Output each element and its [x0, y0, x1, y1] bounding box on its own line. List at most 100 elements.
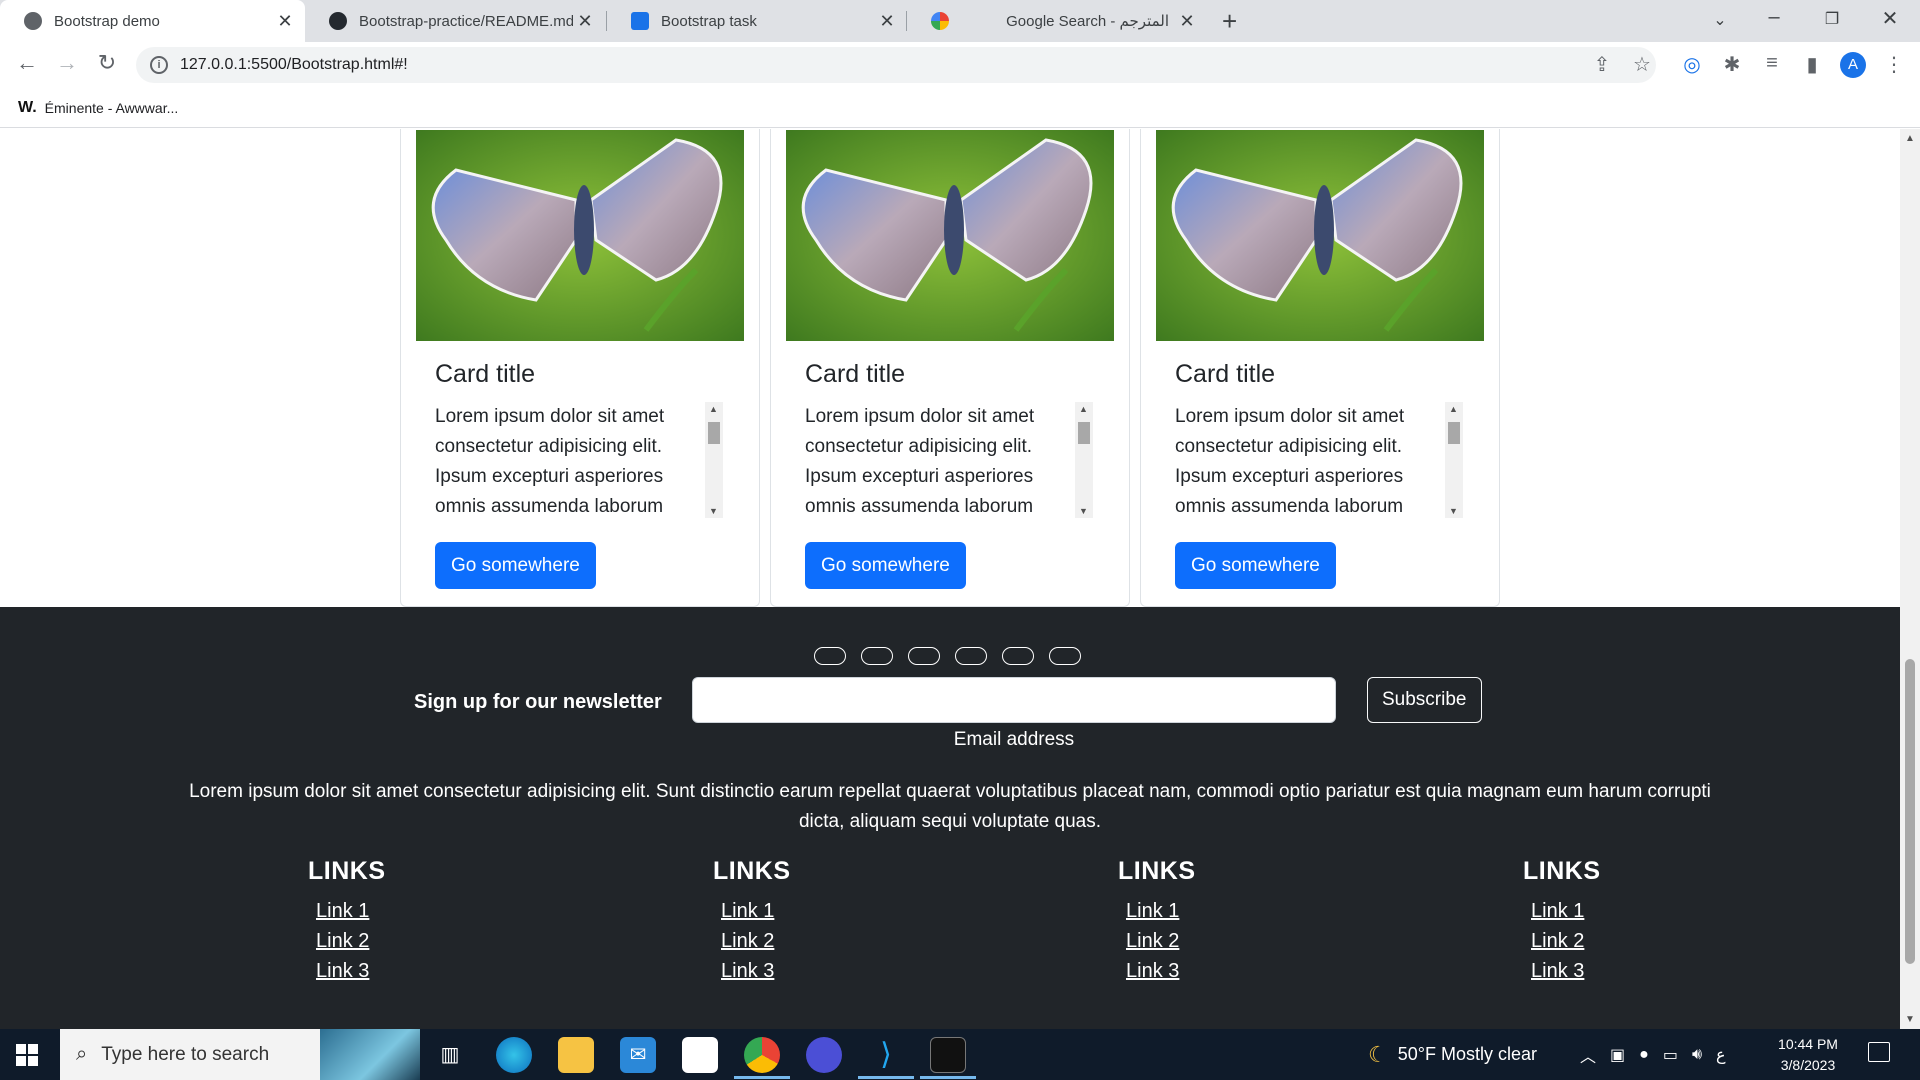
- volume-icon[interactable]: 🔊︎: [1692, 1046, 1702, 1064]
- footer-link[interactable]: Link 2: [1126, 926, 1318, 956]
- language-indicator[interactable]: ع: [1716, 1045, 1726, 1065]
- subscribe-button[interactable]: Subscribe: [1367, 677, 1482, 723]
- github-icon: [329, 12, 347, 30]
- social-button[interactable]: [955, 647, 987, 665]
- card-text-scrollbar[interactable]: ▲ ▼: [705, 402, 723, 518]
- running-app-indicator: [920, 1076, 976, 1079]
- tab-search-chevron-icon[interactable]: ⌄: [1700, 10, 1740, 30]
- media-queue-icon[interactable]: ≡: [1758, 52, 1786, 75]
- scroll-thumb[interactable]: [1905, 659, 1915, 964]
- camera-icon[interactable]: ▣: [1610, 1045, 1625, 1065]
- card-title: Card title: [435, 360, 536, 388]
- card-title: Card title: [805, 360, 906, 388]
- scroll-up-arrow-icon[interactable]: ▲: [709, 404, 718, 414]
- footer-link[interactable]: Link 1: [1126, 896, 1318, 926]
- footer-link[interactable]: Link 1: [1531, 896, 1723, 926]
- go-somewhere-button[interactable]: Go somewhere: [805, 542, 966, 589]
- discord-like-icon[interactable]: [806, 1037, 842, 1073]
- share-icon[interactable]: ⇪: [1588, 52, 1616, 77]
- scroll-down-arrow-icon[interactable]: ▼: [1905, 1014, 1915, 1025]
- card-text: Lorem ipsum dolor sit amet consectetur a…: [1175, 406, 1405, 517]
- google-icon: [931, 12, 949, 30]
- social-button[interactable]: [861, 647, 893, 665]
- tab-github-readme[interactable]: Bootstrap-practice/README.md ✕: [305, 0, 605, 42]
- new-tab-plus-icon[interactable]: +: [1222, 6, 1237, 37]
- site-info-icon[interactable]: i: [150, 56, 168, 74]
- scroll-thumb[interactable]: [1078, 422, 1090, 444]
- page-scrollbar[interactable]: ▲ ▼: [1900, 129, 1920, 1029]
- taskbar-search[interactable]: ⌕ Type here to search: [60, 1029, 420, 1080]
- system-clock[interactable]: 10:44 PM 3/8/2023: [1770, 1034, 1846, 1076]
- scroll-down-arrow-icon[interactable]: ▼: [709, 506, 718, 516]
- globe-icon: [24, 12, 42, 30]
- active-app-indicator: [734, 1076, 790, 1079]
- task-view-icon[interactable]: ▥: [432, 1037, 468, 1073]
- restore-icon[interactable]: ❐: [1812, 9, 1852, 29]
- puzzle-extensions-icon[interactable]: ✱: [1718, 52, 1746, 77]
- scroll-down-arrow-icon[interactable]: ▼: [1449, 506, 1458, 516]
- go-somewhere-button[interactable]: Go somewhere: [1175, 542, 1336, 589]
- terminal-icon[interactable]: [930, 1037, 966, 1073]
- bookmark-star-icon[interactable]: ☆: [1628, 52, 1656, 77]
- bookmark-label: Éminente - Awwwar...: [44, 100, 179, 116]
- profile-avatar[interactable]: A: [1840, 52, 1866, 78]
- go-somewhere-button[interactable]: Go somewhere: [435, 542, 596, 589]
- windows-start-icon[interactable]: [16, 1044, 38, 1066]
- file-explorer-icon[interactable]: [558, 1037, 594, 1073]
- footer-link[interactable]: Link 3: [1531, 956, 1723, 986]
- footer-link[interactable]: Link 2: [316, 926, 508, 956]
- scroll-down-arrow-icon[interactable]: ▼: [1079, 506, 1088, 516]
- window-close-icon[interactable]: ✕: [1870, 6, 1910, 31]
- footer-link[interactable]: Link 2: [1531, 926, 1723, 956]
- battery-icon[interactable]: ▭: [1663, 1045, 1678, 1065]
- tab-google-search[interactable]: Google Search - المترجم ✕: [907, 0, 1207, 42]
- close-icon[interactable]: ✕: [573, 11, 597, 32]
- reload-icon[interactable]: ↻: [92, 50, 122, 76]
- email-input[interactable]: [692, 677, 1336, 723]
- edge-icon[interactable]: [496, 1037, 532, 1073]
- footer-link[interactable]: Link 3: [721, 956, 913, 986]
- microphone-icon[interactable]: ●: [1639, 1046, 1649, 1064]
- footer-link[interactable]: Link 1: [721, 896, 913, 926]
- vscode-icon[interactable]: ⟩: [868, 1037, 904, 1073]
- store-icon[interactable]: [682, 1037, 718, 1073]
- footer-link[interactable]: Link 1: [316, 896, 508, 926]
- close-icon[interactable]: ✕: [1175, 11, 1199, 32]
- social-button[interactable]: [908, 647, 940, 665]
- weather-widget[interactable]: ☾ 50°F Mostly clear: [1368, 1029, 1537, 1080]
- social-button[interactable]: [1002, 647, 1034, 665]
- close-icon[interactable]: ✕: [875, 11, 899, 32]
- butterfly-image: [786, 130, 1114, 341]
- menu-kebab-icon[interactable]: ⋮: [1880, 52, 1908, 77]
- chevron-up-icon[interactable]: ︿: [1580, 1043, 1596, 1067]
- side-panel-icon[interactable]: ▮: [1798, 52, 1826, 77]
- back-arrow-icon[interactable]: ←: [12, 50, 42, 76]
- tab-bootstrap-demo[interactable]: Bootstrap demo ✕: [0, 0, 305, 42]
- bookmark-item[interactable]: W. Éminente - Awwwar...: [0, 99, 178, 117]
- scroll-thumb[interactable]: [1448, 422, 1460, 444]
- close-icon[interactable]: ✕: [273, 11, 297, 32]
- mail-icon[interactable]: ✉: [620, 1037, 656, 1073]
- forward-arrow-icon[interactable]: →: [52, 50, 82, 76]
- notification-icon[interactable]: [1868, 1042, 1890, 1062]
- extension-circle-icon[interactable]: ◎: [1678, 52, 1706, 77]
- chrome-icon[interactable]: [744, 1037, 780, 1073]
- awwwards-icon: W.: [18, 99, 37, 116]
- footer-link[interactable]: Link 3: [1126, 956, 1318, 986]
- address-bar[interactable]: i 127.0.0.1:5500/Bootstrap.html#!: [136, 47, 1656, 83]
- scroll-thumb[interactable]: [708, 422, 720, 444]
- minimize-icon[interactable]: –: [1754, 6, 1794, 29]
- footer-link[interactable]: Link 2: [721, 926, 913, 956]
- scroll-up-arrow-icon[interactable]: ▲: [1449, 404, 1458, 414]
- card-text-scrollbar[interactable]: ▲ ▼: [1445, 402, 1463, 518]
- card-text-scrollbar[interactable]: ▲ ▼: [1075, 402, 1093, 518]
- social-button[interactable]: [1049, 647, 1081, 665]
- tab-bootstrap-task[interactable]: Bootstrap task ✕: [607, 0, 907, 42]
- social-button[interactable]: [814, 647, 846, 665]
- newsletter-label: Sign up for our newsletter: [414, 691, 662, 713]
- footer-link[interactable]: Link 3: [316, 956, 508, 986]
- weather-text: 50°F Mostly clear: [1397, 1044, 1537, 1064]
- scroll-up-arrow-icon[interactable]: ▲: [1079, 404, 1088, 414]
- scroll-up-arrow-icon[interactable]: ▲: [1905, 133, 1915, 144]
- search-highlight-image: [320, 1029, 420, 1080]
